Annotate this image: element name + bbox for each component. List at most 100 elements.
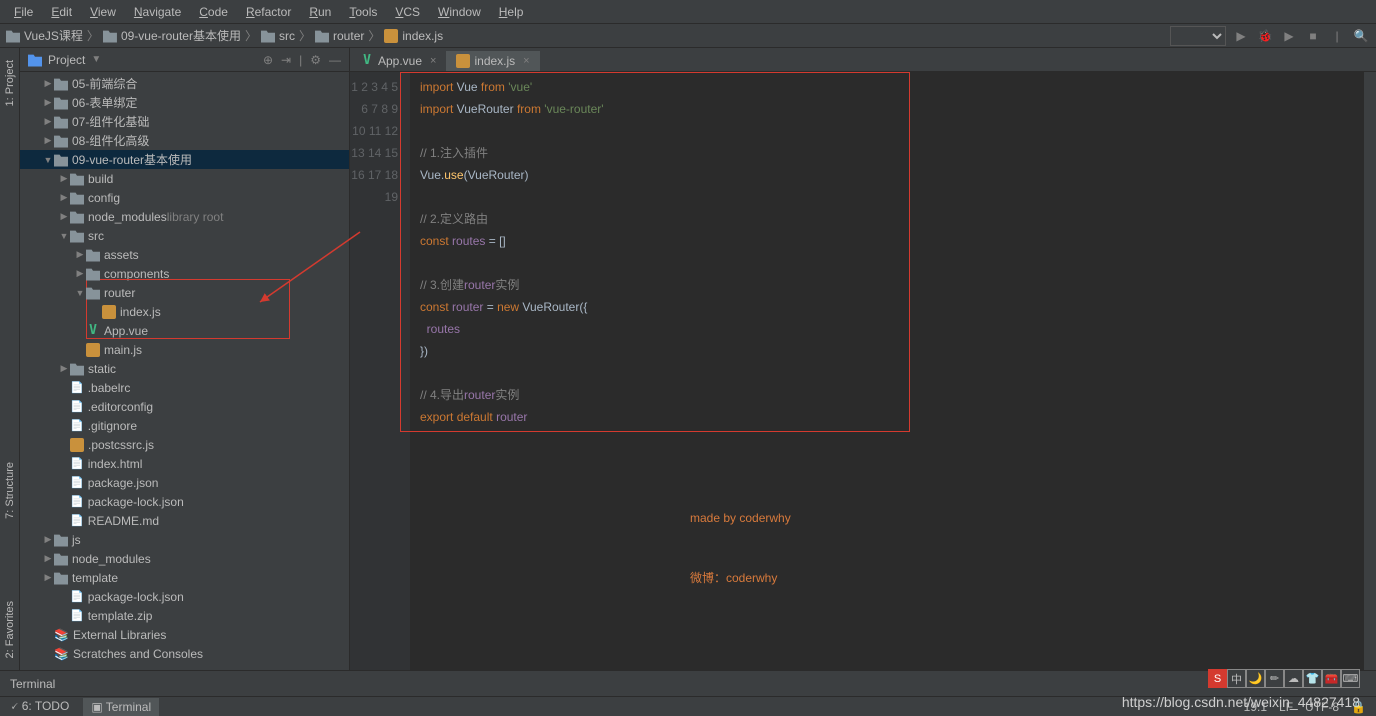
tree-node[interactable]: ▶06-表单绑定 xyxy=(20,93,349,112)
tree-node[interactable]: 📄template.zip xyxy=(20,606,349,625)
tool-tab-project[interactable]: 1: Project xyxy=(2,52,18,114)
bottom-tab-terminal[interactable]: ▣ Terminal xyxy=(83,698,159,716)
menu-edit[interactable]: Edit xyxy=(43,3,80,21)
chevron-down-icon[interactable]: ▼ xyxy=(91,54,101,65)
tool-tab-favorites[interactable]: 2: Favorites xyxy=(2,593,18,666)
tree-node[interactable]: ▼src xyxy=(20,226,349,245)
divider: | xyxy=(299,53,302,67)
breadcrumb-item[interactable]: router xyxy=(315,29,364,43)
folder-icon xyxy=(315,29,329,43)
tree-node[interactable]: ▶assets xyxy=(20,245,349,264)
code-content[interactable]: import Vue from 'vue' import VueRouter f… xyxy=(410,72,1364,670)
terminal-label: Terminal xyxy=(10,677,55,691)
project-tree[interactable]: ▶05-前端综合▶06-表单绑定▶07-组件化基础▶08-组件化高级▼09-vu… xyxy=(20,72,349,670)
tree-node[interactable]: 📚External Libraries xyxy=(20,625,349,644)
js-file-icon xyxy=(70,438,84,452)
tree-node[interactable]: ▶07-组件化基础 xyxy=(20,112,349,131)
run-config-select[interactable] xyxy=(1170,26,1226,46)
tree-node[interactable]: ▶node_modules library root xyxy=(20,207,349,226)
tree-node[interactable]: ▼router xyxy=(20,283,349,302)
tree-node[interactable]: ▶05-前端综合 xyxy=(20,74,349,93)
sidebar-title: Project xyxy=(48,53,85,67)
js-file-icon xyxy=(456,54,470,68)
folder-icon xyxy=(54,533,68,547)
editor-tab[interactable]: index.js× xyxy=(446,51,539,71)
ime-keyboard[interactable]: ⌨ xyxy=(1341,669,1360,688)
editor-tab[interactable]: VApp.vue× xyxy=(350,50,446,71)
settings-icon[interactable]: ⚙ xyxy=(310,53,321,67)
run-toolbar: ▶ 🐞 ▶ ■ | 🔍 xyxy=(1170,26,1370,46)
tree-node[interactable]: ▶build xyxy=(20,169,349,188)
tree-node[interactable]: 📄.gitignore xyxy=(20,416,349,435)
tree-node[interactable]: ▶config xyxy=(20,188,349,207)
stop-icon[interactable]: ■ xyxy=(1304,27,1322,45)
tree-node[interactable]: ▶components xyxy=(20,264,349,283)
tree-node[interactable]: ▶template xyxy=(20,568,349,587)
tree-node[interactable]: main.js xyxy=(20,340,349,359)
menu-code[interactable]: Code xyxy=(191,3,236,21)
editor-scrollstrip[interactable] xyxy=(1364,72,1376,670)
breadcrumb: VueJS课程〉09-vue-router基本使用〉src〉router〉ind… xyxy=(6,27,443,44)
ime-input[interactable]: ✏ xyxy=(1265,669,1284,688)
menu-view[interactable]: View xyxy=(82,3,124,21)
terminal-panel-header[interactable]: Terminal xyxy=(0,670,1376,696)
tree-node[interactable]: ▶static xyxy=(20,359,349,378)
tool-tab-structure[interactable]: 7: Structure xyxy=(2,454,18,527)
tree-node[interactable]: 📄.editorconfig xyxy=(20,397,349,416)
menu-navigate[interactable]: Navigate xyxy=(126,3,189,21)
tree-node[interactable]: 📄package-lock.json xyxy=(20,587,349,606)
search-icon[interactable]: 🔍 xyxy=(1352,27,1370,45)
breadcrumb-item[interactable]: VueJS课程 xyxy=(6,27,83,44)
tree-node[interactable]: VApp.vue xyxy=(20,321,349,340)
run-icon[interactable]: ▶ xyxy=(1232,27,1250,45)
close-icon[interactable]: × xyxy=(523,55,529,67)
menu-file[interactable]: File xyxy=(6,3,41,21)
file-icon: 📄 xyxy=(70,495,84,508)
editor[interactable]: 1 2 3 4 5 6 7 8 9 10 11 12 13 14 15 16 1… xyxy=(350,72,1376,670)
file-icon: 📄 xyxy=(70,419,84,432)
file-icon: 📄 xyxy=(70,400,84,413)
close-icon[interactable]: × xyxy=(430,55,436,67)
tree-node[interactable]: 📚Scratches and Consoles xyxy=(20,644,349,663)
ime-toolbox[interactable]: 🧰 xyxy=(1322,669,1341,688)
menu-window[interactable]: Window xyxy=(430,3,489,21)
ime-cloud[interactable]: ☁ xyxy=(1284,669,1303,688)
file-icon: 📄 xyxy=(70,381,84,394)
tree-node[interactable]: ▶js xyxy=(20,530,349,549)
ime-icon[interactable]: S xyxy=(1208,669,1227,688)
file-icon: 📄 xyxy=(70,514,84,527)
watermark: made by coderwhy 微博：coderwhy xyxy=(690,468,791,628)
breadcrumb-item[interactable]: 09-vue-router基本使用 xyxy=(103,27,241,44)
tree-node[interactable]: ▶08-组件化高级 xyxy=(20,131,349,150)
tree-node[interactable]: ▶node_modules xyxy=(20,549,349,568)
menu-tools[interactable]: Tools xyxy=(341,3,385,21)
locate-icon[interactable]: ⊕ xyxy=(263,53,273,67)
bottom-tab-todo[interactable]: 🗸 6: TODO xyxy=(10,699,69,714)
divider: | xyxy=(1328,27,1346,45)
folder-icon xyxy=(70,191,84,205)
ime-punct[interactable]: 🌙 xyxy=(1246,669,1265,688)
menu-refactor[interactable]: Refactor xyxy=(238,3,299,21)
tree-node[interactable]: 📄README.md xyxy=(20,511,349,530)
coverage-icon[interactable]: ▶ xyxy=(1280,27,1298,45)
folder-icon xyxy=(86,267,100,281)
tree-node[interactable]: 📄package.json xyxy=(20,473,349,492)
menu-run[interactable]: Run xyxy=(301,3,339,21)
hide-icon[interactable]: — xyxy=(329,53,341,67)
tree-node[interactable]: 📄.babelrc xyxy=(20,378,349,397)
tree-node[interactable]: 📄index.html xyxy=(20,454,349,473)
ime-lang[interactable]: 中 xyxy=(1227,669,1246,688)
debug-icon[interactable]: 🐞 xyxy=(1256,27,1274,45)
tree-node[interactable]: index.js xyxy=(20,302,349,321)
menu-vcs[interactable]: VCS xyxy=(387,3,428,21)
tree-node[interactable]: 📄package-lock.json xyxy=(20,492,349,511)
breadcrumb-item[interactable]: src xyxy=(261,29,295,43)
folder-icon xyxy=(54,552,68,566)
breadcrumb-item[interactable]: index.js xyxy=(384,29,443,43)
ime-skin[interactable]: 👕 xyxy=(1303,669,1322,688)
collapse-icon[interactable]: ⇥ xyxy=(281,53,291,67)
menu-help[interactable]: Help xyxy=(491,3,532,21)
tree-node[interactable]: .postcssrc.js xyxy=(20,435,349,454)
tree-node[interactable]: ▼09-vue-router基本使用 xyxy=(20,150,349,169)
library-icon: 📚 xyxy=(54,628,69,642)
